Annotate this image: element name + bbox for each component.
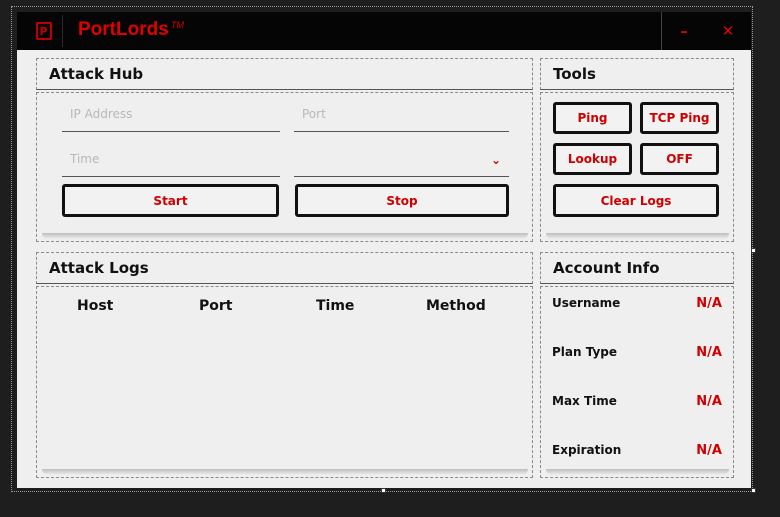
- resize-handle-corner[interactable]: [751, 488, 756, 493]
- stop-button[interactable]: Stop: [295, 184, 509, 217]
- column-header-time[interactable]: Time: [316, 298, 354, 314]
- port-placeholder: Port: [302, 106, 326, 121]
- close-button[interactable]: ✕: [718, 20, 738, 42]
- column-header-host[interactable]: Host: [77, 298, 113, 314]
- resize-handle-bottom[interactable]: [381, 488, 386, 493]
- trademark-mark: TM: [171, 20, 184, 30]
- max-time-value: N/A: [696, 394, 722, 409]
- attack-logs-title: Attack Logs: [49, 259, 149, 277]
- account-info-header: Account Info: [540, 252, 734, 284]
- clear-logs-button[interactable]: Clear Logs: [553, 184, 719, 217]
- lookup-button[interactable]: Lookup: [553, 143, 632, 175]
- ip-address-input[interactable]: IP Address: [62, 96, 280, 132]
- max-time-label: Max Time: [552, 394, 617, 408]
- plan-type-value: N/A: [696, 345, 722, 360]
- ip-address-placeholder: IP Address: [70, 106, 133, 121]
- attack-logs-shadow: [42, 469, 528, 475]
- column-header-port[interactable]: Port: [199, 298, 232, 314]
- username-value: N/A: [696, 296, 722, 311]
- time-placeholder: Time: [70, 151, 100, 166]
- attack-hub-header: Attack Hub: [36, 58, 533, 90]
- account-info-shadow: [546, 469, 729, 475]
- tools-shadow: [546, 233, 729, 239]
- time-input[interactable]: Time: [62, 141, 280, 177]
- plan-type-label: Plan Type: [552, 345, 618, 359]
- username-label: Username: [552, 296, 621, 310]
- minimize-button[interactable]: –: [674, 20, 694, 42]
- port-input[interactable]: Port: [294, 96, 509, 132]
- expiration-label: Expiration: [552, 443, 622, 457]
- window-controls: – ✕: [661, 12, 751, 50]
- resize-handle-right[interactable]: [751, 248, 756, 253]
- title-bar[interactable]: P PortLords TM – ✕: [17, 12, 751, 50]
- start-button[interactable]: Start: [62, 184, 279, 217]
- ping-button[interactable]: Ping: [553, 102, 632, 134]
- tools-title: Tools: [553, 65, 596, 83]
- logo-icon: P: [35, 22, 52, 40]
- app-logo: P: [25, 15, 63, 47]
- tcp-ping-button[interactable]: TCP Ping: [640, 102, 719, 134]
- attack-logs-header: Attack Logs: [36, 252, 533, 284]
- column-header-method[interactable]: Method: [426, 298, 486, 314]
- app-title: PortLords: [78, 19, 169, 40]
- attack-hub-shadow: [42, 233, 528, 239]
- chevron-down-icon: ⌄: [490, 153, 501, 167]
- tools-header: Tools: [540, 58, 734, 90]
- attack-hub-title: Attack Hub: [49, 65, 144, 83]
- account-info-title: Account Info: [553, 259, 660, 277]
- expiration-value: N/A: [696, 443, 722, 458]
- attack-logs-panel[interactable]: [36, 286, 533, 478]
- off-button[interactable]: OFF: [640, 143, 719, 175]
- method-select[interactable]: ⌄: [294, 141, 509, 177]
